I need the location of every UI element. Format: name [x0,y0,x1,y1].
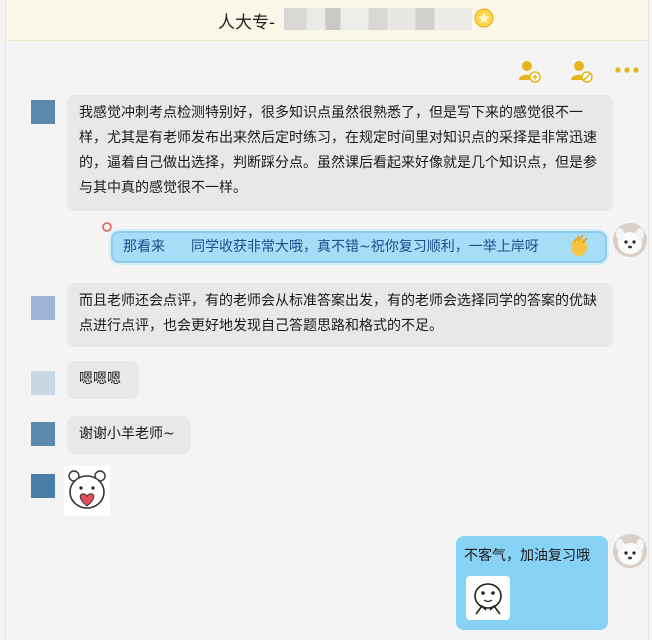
message-bubble: 我感觉冲刺考点检测特别好，很多知识点虽然很熟悉了，但是写下来的感觉很不一样，尤其… [67,95,613,211]
message-bubble-self: 不客气，加油复习哦 [456,536,608,630]
sender-avatar[interactable] [31,100,55,124]
more-icon[interactable] [614,60,640,80]
chat-window: 人大专- 我感觉冲刺考点检测特别好，很多知识点虽然很熟悉了，但是写下来的感觉很不… [5,0,649,640]
name-redacted [165,238,191,256]
sender-avatar[interactable] [31,422,55,446]
message-text: 我感觉冲刺考点检测特别好，很多知识点虽然很熟悉了，但是写下来的感觉很不一样，尤其… [79,105,597,196]
message-text: 谢谢小羊老师~ [79,426,175,442]
chat-title: 人大专- [218,13,276,33]
message-text-start: 那看来 [123,239,165,255]
sender-avatar[interactable] [31,371,55,395]
message-text: 而且老师还会点评，有的老师会从标准答案出发，有的老师会选择同学的答案的优缺点进行… [79,293,597,334]
message-text: 嗯嗯嗯 [79,371,121,387]
reply-pill-bubble: 那看来 同学收获非常大哦，真不错~祝你复习顺利，一举上岸呀 [109,229,609,265]
remove-member-icon[interactable] [568,58,594,84]
message-text: 不客气，加油复习哦 [464,548,590,564]
thumbs-up-sticker [466,576,510,620]
dog-avatar[interactable] [613,223,647,257]
message-bubble: 嗯嗯嗯 [67,361,139,399]
message-bubble: 而且老师还会点评，有的老师会从标准答案出发，有的老师会选择同学的答案的优缺点进行… [67,283,613,347]
star-icon[interactable] [474,8,494,28]
sender-avatar[interactable] [31,296,55,320]
bear-heart-sticker [64,466,110,516]
dog-avatar[interactable] [613,534,647,568]
sender-avatar[interactable] [31,474,55,498]
message-bubble: 谢谢小羊老师~ [67,416,191,454]
clapping-hands-icon [571,234,588,256]
title-redacted [284,8,472,30]
title-bar: 人大专- [6,0,648,41]
message-text-end: 同学收获非常大哦，真不错~祝你复习顺利，一举上岸呀 [191,239,539,255]
add-member-icon[interactable] [516,58,542,84]
